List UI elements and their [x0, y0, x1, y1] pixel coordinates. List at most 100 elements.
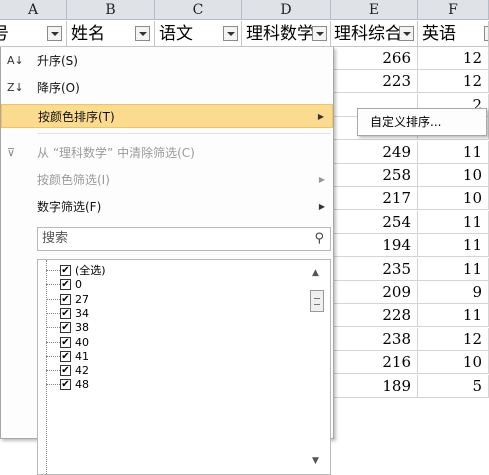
submenu-arrow-icon: ▶	[318, 202, 325, 211]
cell-f[interactable]: 12	[418, 47, 489, 70]
cell-e[interactable]: 254	[331, 211, 418, 234]
scroll-up-arrow-icon[interactable]: ▲	[312, 268, 319, 278]
filter-value-label: 40	[75, 335, 89, 349]
header-cell-a[interactable]: 号	[0, 21, 67, 47]
search-icon: ⚲	[314, 231, 324, 246]
cell-f[interactable]: 10	[418, 187, 489, 210]
cell-e[interactable]: 209	[331, 281, 418, 304]
filter-dropdown-button[interactable]	[399, 26, 414, 41]
cell-f[interactable]: 12	[418, 328, 489, 351]
header-e-label: 理科综合	[334, 24, 402, 44]
header-cell-c[interactable]: 语文	[155, 21, 242, 47]
cell-e[interactable]: 258	[331, 164, 418, 187]
filter-value-label: 42	[75, 364, 89, 378]
column-header-d[interactable]: D	[242, 0, 331, 20]
list-scrollbar[interactable]: ▲ ▼	[304, 260, 330, 474]
cell-f[interactable]: 11	[418, 234, 489, 257]
filter-value-label: 38	[75, 321, 89, 335]
checkbox-checked[interactable]: ✔	[60, 265, 71, 276]
cell-f[interactable]: 11	[418, 141, 489, 164]
menu-item-number-filter[interactable]: 数字筛选(F) ▶	[1, 195, 333, 219]
tree-connector	[46, 341, 60, 343]
tree-connector	[46, 384, 60, 386]
cell-e[interactable]: 223	[331, 70, 418, 93]
clear-filter-icon: ⊽	[7, 146, 16, 159]
menu-item-clear-filter[interactable]: ⊽ 从 “理科数学” 中清除筛选(C)	[1, 141, 333, 165]
menu-separator	[37, 133, 331, 134]
cell-f[interactable]: 10	[418, 164, 489, 187]
submenu-arrow-icon: ▶	[317, 112, 324, 121]
scrollbar-thumb[interactable]	[310, 290, 324, 312]
column-header-f[interactable]: F	[418, 0, 489, 20]
menu-item-sort-ascending[interactable]: A↓ 升序(S)	[1, 49, 333, 73]
header-d-label: 理科数学	[246, 24, 314, 44]
submenu-item-custom-sort[interactable]: 自定义排序...	[370, 115, 441, 129]
checkbox-checked[interactable]: ✔	[60, 365, 71, 377]
tree-connector	[46, 270, 60, 271]
checkbox-checked[interactable]: ✔	[60, 336, 71, 348]
sort-by-color-label: 按颜色排序(T)	[38, 110, 115, 124]
checkbox-checked[interactable]: ✔	[60, 379, 71, 391]
filter-values-list: ✔ (全选) ✔ 0 ✔ 27 ✔ 34 ✔ 38 ✔ 40 ✔ 41 ✔ 42 ✔ 48 ▲ ▼	[37, 259, 331, 475]
menu-item-filter-by-color[interactable]: 按颜色筛选(I) ▶	[1, 168, 333, 192]
checkbox-checked[interactable]: ✔	[60, 307, 71, 319]
number-filter-label: 数字筛选(F)	[37, 200, 102, 214]
cell-f[interactable]: 12	[418, 70, 489, 93]
sort-ascending-icon: A↓	[7, 54, 24, 67]
menu-item-sort-descending[interactable]: Z↓ 降序(O)	[1, 76, 333, 100]
cell-e[interactable]: 235	[331, 258, 418, 281]
column-header-b[interactable]: B	[67, 0, 155, 20]
tree-connector	[46, 298, 60, 300]
cell-e[interactable]: 216	[331, 351, 418, 374]
header-c-label: 语文	[159, 24, 193, 44]
cell-e[interactable]: 238	[331, 328, 418, 351]
filter-value-label: 48	[75, 378, 89, 392]
checkbox-checked[interactable]: ✔	[60, 322, 71, 334]
checkbox-checked[interactable]: ✔	[60, 279, 71, 291]
filter-dropdown-button[interactable]	[223, 26, 238, 41]
clear-filter-label: 从 “理科数学” 中清除筛选(C)	[37, 146, 195, 160]
filter-by-color-label: 按颜色筛选(I)	[37, 173, 110, 187]
search-input[interactable]: 搜索 ⚲	[37, 227, 331, 251]
header-cell-b[interactable]: 姓名	[67, 21, 155, 47]
sort-descending-label: 降序(O)	[37, 81, 80, 95]
cell-f[interactable]: 11	[418, 211, 489, 234]
cell-e[interactable]: 189	[331, 375, 418, 398]
header-b-label: 姓名	[71, 24, 105, 44]
cell-e[interactable]: 194	[331, 234, 418, 257]
header-cell-d[interactable]: 理科数学	[242, 21, 331, 47]
sort-descending-icon: Z↓	[7, 81, 24, 94]
cell-e[interactable]: 228	[331, 304, 418, 327]
submenu-arrow-icon: ▶	[318, 175, 325, 184]
cell-e[interactable]: 217	[331, 187, 418, 210]
cell-f[interactable]: 11	[418, 304, 489, 327]
tree-connector	[46, 312, 60, 314]
column-header-c[interactable]: C	[155, 0, 242, 20]
filter-dropdown-button[interactable]	[484, 26, 488, 41]
cell-e[interactable]: 266	[331, 47, 418, 70]
cell-f[interactable]: 11	[418, 258, 489, 281]
menu-item-sort-by-color[interactable]: 按颜色排序(T) ▶	[1, 104, 333, 128]
sort-ascending-label: 升序(S)	[37, 54, 78, 68]
filter-value-label: 34	[75, 306, 89, 320]
scroll-down-arrow-icon[interactable]: ▼	[312, 456, 319, 466]
cell-f[interactable]: 5	[418, 375, 489, 398]
filter-dropdown-button[interactable]	[47, 26, 62, 41]
checkbox-checked[interactable]: ✔	[60, 293, 71, 305]
cell-e[interactable]: 249	[331, 141, 418, 164]
header-f-label: 英语	[422, 24, 456, 44]
column-header-a[interactable]: A	[0, 0, 67, 20]
cell-f[interactable]: 10	[418, 351, 489, 374]
header-a-label: 号	[0, 21, 9, 46]
column-header-e[interactable]: E	[331, 0, 418, 20]
header-cell-e[interactable]: 理科综合	[331, 21, 418, 47]
filter-dropdown-button[interactable]	[135, 26, 150, 41]
cell-f[interactable]: 9	[418, 281, 489, 304]
filter-dropdown-button-active[interactable]	[312, 26, 327, 41]
tree-connector	[46, 284, 60, 286]
checkbox-checked[interactable]: ✔	[60, 350, 71, 362]
tree-line	[46, 260, 47, 474]
header-cell-f[interactable]: 英语	[418, 21, 489, 47]
filter-value-label: 41	[75, 349, 89, 363]
filter-menu: A↓ 升序(S) Z↓ 降序(O) 按颜色排序(T) ▶ ⊽ 从 “理科数学” …	[0, 47, 334, 475]
